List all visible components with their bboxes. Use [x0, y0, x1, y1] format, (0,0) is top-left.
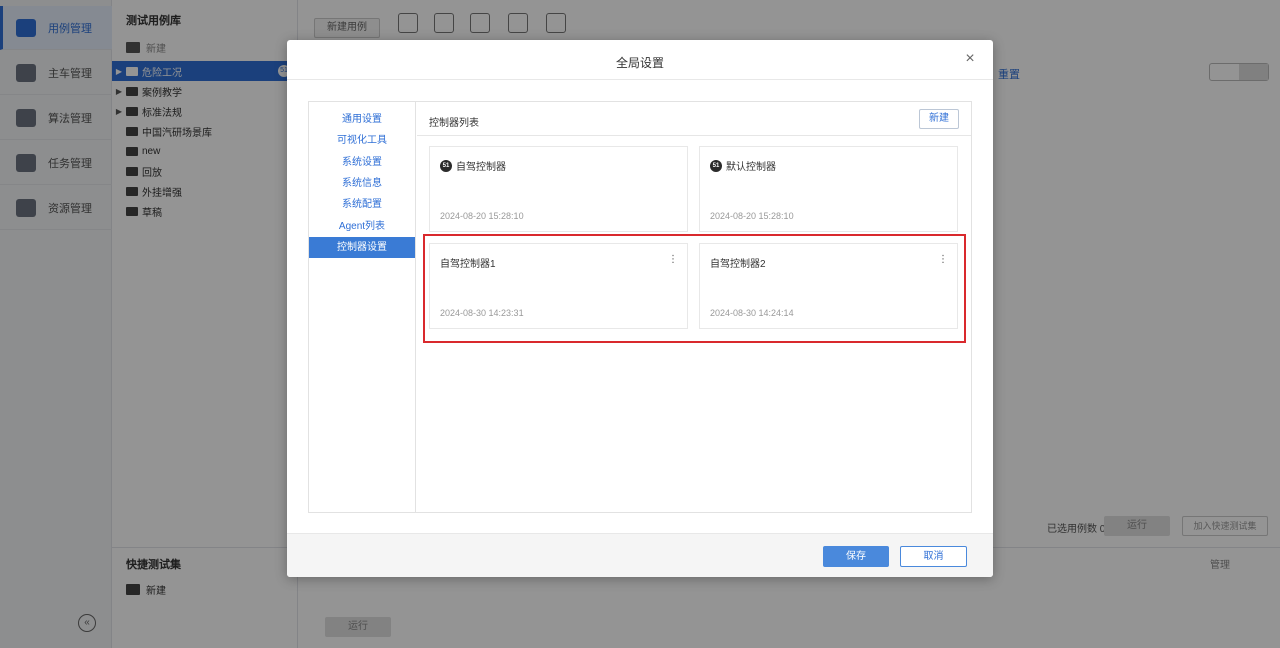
controller-name: 默认控制器	[726, 162, 776, 173]
menu-item-system-info[interactable]: 系统信息	[309, 173, 415, 194]
global-settings-dialog: 全局设置 × 通用设置 可视化工具 系统设置 系统信息 系统配置 Agent列表…	[287, 40, 993, 577]
dialog-title: 全局设置	[615, 56, 664, 70]
new-controller-button[interactable]: 新建	[919, 109, 959, 129]
controller-name: 自驾控制器2	[710, 259, 766, 270]
close-icon[interactable]: ×	[963, 51, 977, 67]
menu-item-visualization-tools[interactable]: 可视化工具	[309, 130, 415, 151]
controller-logo-icon: 51	[440, 159, 452, 172]
controller-name: 自驾控制器1	[440, 259, 496, 270]
dialog-body: 通用设置 可视化工具 系统设置 系统信息 系统配置 Agent列表 控制器设置 …	[308, 101, 972, 513]
menu-item-system-settings[interactable]: 系统设置	[309, 152, 415, 173]
settings-menu: 通用设置 可视化工具 系统设置 系统信息 系统配置 Agent列表 控制器设置	[309, 102, 416, 512]
cancel-button[interactable]: 取消	[900, 546, 967, 567]
menu-item-controller-settings[interactable]: 控制器设置	[309, 237, 415, 258]
more-vertical-icon[interactable]: ⋮	[668, 254, 678, 266]
controller-date: 2024-08-30 14:23:31	[440, 308, 524, 318]
divider	[417, 135, 971, 136]
controller-card[interactable]: 51 默认控制器 2024-08-20 15:28:10	[699, 146, 958, 232]
save-button[interactable]: 保存	[823, 546, 889, 567]
controller-date: 2024-08-20 15:28:10	[440, 211, 524, 221]
more-vertical-icon[interactable]: ⋮	[938, 254, 948, 266]
controller-date: 2024-08-30 14:24:14	[710, 308, 794, 318]
controller-card[interactable]: 51 自驾控制器 2024-08-20 15:28:10	[429, 146, 688, 232]
dialog-header: 全局设置 ×	[287, 40, 993, 80]
menu-item-agent-list[interactable]: Agent列表	[309, 216, 415, 237]
controller-logo-icon: 51	[710, 159, 722, 172]
dialog-footer: 保存 取消	[287, 533, 993, 577]
controller-name: 自驾控制器	[456, 162, 506, 173]
controller-list-panel: 控制器列表 新建 51 自驾控制器 2024-08-20 15:28:10 51…	[417, 102, 971, 512]
menu-item-general-settings[interactable]: 通用设置	[309, 109, 415, 130]
controller-list-title: 控制器列表	[429, 118, 479, 129]
controller-card[interactable]: 自驾控制器2 ⋮ 2024-08-30 14:24:14	[699, 243, 958, 329]
controller-card[interactable]: 自驾控制器1 ⋮ 2024-08-30 14:23:31	[429, 243, 688, 329]
menu-item-system-config[interactable]: 系统配置	[309, 194, 415, 215]
controller-date: 2024-08-20 15:28:10	[710, 211, 794, 221]
